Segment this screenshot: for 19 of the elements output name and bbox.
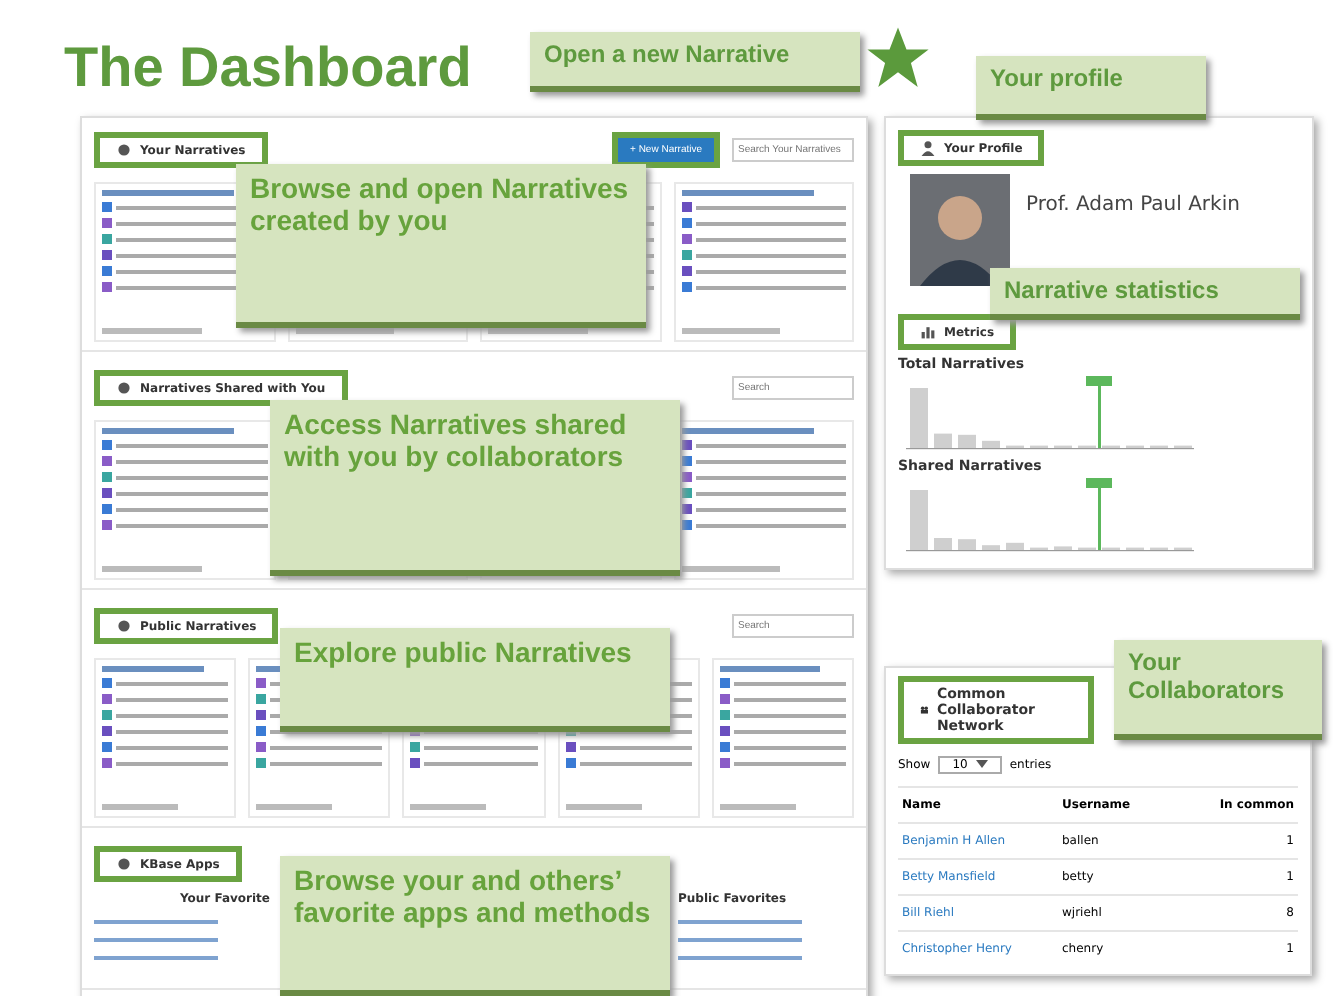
- callout-box: Access Narratives shared with you by collaborators: [270, 400, 680, 576]
- chart-icon: [920, 324, 936, 340]
- star-icon: [864, 24, 932, 92]
- callout-box: Explore public Narratives: [280, 628, 670, 732]
- section-icon: [116, 142, 132, 158]
- callout-box: Narrative statistics: [990, 268, 1300, 320]
- section-icon: [116, 856, 132, 872]
- caret-icon: [975, 760, 988, 769]
- section-icon: [116, 618, 132, 634]
- callout-box: Browse and open Narratives created by you: [236, 164, 646, 328]
- group-icon: [920, 702, 929, 718]
- slide-title: The Dashboard: [64, 36, 472, 102]
- callout-box: Your profile: [976, 56, 1206, 120]
- callout-box: Open a new Narrative: [530, 32, 860, 92]
- callout-box: Your Collaborators: [1114, 640, 1322, 740]
- profile-name: Prof. Adam Paul Arkin: [1026, 194, 1240, 220]
- callout-box: Browse your and others’ favorite apps and methods: [280, 856, 670, 996]
- section-icon: [116, 380, 132, 396]
- person-icon: [920, 140, 936, 156]
